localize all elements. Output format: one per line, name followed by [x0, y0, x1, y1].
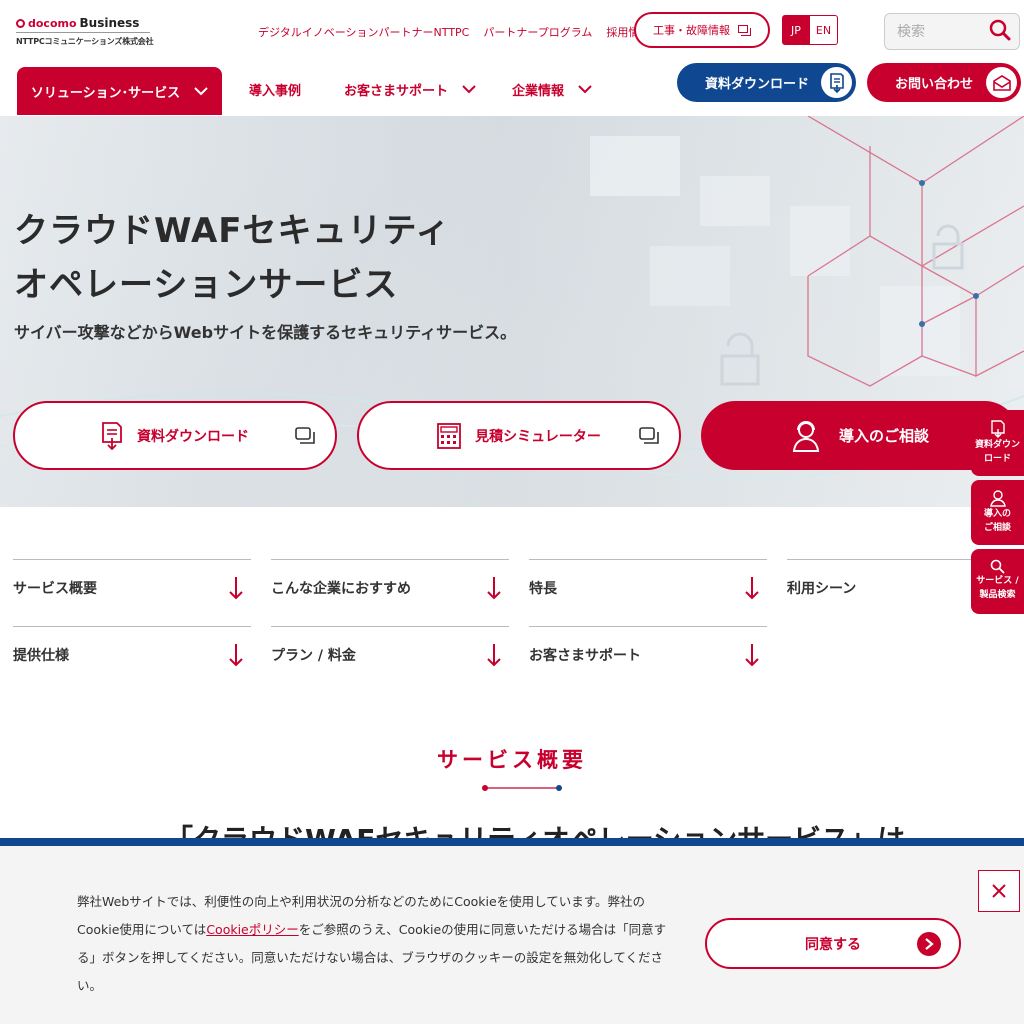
- search-icon: [990, 559, 1005, 574]
- external-window-icon: [295, 427, 315, 444]
- anchor-use-cases[interactable]: 利用シーン: [787, 559, 971, 615]
- anchor-label: 特長: [529, 580, 557, 597]
- side-consult-line1: 導入の: [983, 509, 1011, 519]
- hero-download-label: 資料ダウンロード: [137, 428, 249, 445]
- language-switch: JP EN: [782, 15, 838, 45]
- nav-company-label: 企業情報: [512, 84, 565, 99]
- logo[interactable]: docomo Business NTTPCコミュニケーションズ株式会社: [16, 16, 154, 47]
- side-search-button[interactable]: サービス / 製品検索: [971, 549, 1024, 614]
- arrow-down-icon: [745, 643, 759, 666]
- hero-download-button[interactable]: 資料ダウンロード: [13, 401, 337, 470]
- anchor-recommended[interactable]: こんな企業におすすめ: [271, 559, 509, 615]
- section-title: サービス概要: [437, 748, 587, 772]
- side-consult-line2: ご相談: [983, 523, 1011, 533]
- search-icon[interactable]: [989, 19, 1011, 45]
- arrow-down-icon: [229, 643, 243, 666]
- side-download-line2: ロード: [983, 454, 1011, 464]
- chevron-down-icon: [462, 85, 476, 94]
- page-title-line1: クラウドWAFセキュリティ: [14, 211, 451, 251]
- side-download-line1: 資料ダウン: [974, 440, 1020, 450]
- logo-company: NTTPCコミュニケーションズ株式会社: [16, 37, 154, 46]
- document-download-icon: [102, 421, 122, 450]
- cookie-banner: 弊社Webサイトでは、利便性の向上や利用状況の分析などのためにCookieを使用…: [0, 838, 1024, 1024]
- arrow-down-icon: [745, 576, 759, 599]
- hero-simulator-label: 見積シミュレーター: [475, 428, 601, 445]
- docomo-dot-icon: [16, 18, 25, 28]
- external-window-icon: [639, 427, 659, 444]
- close-icon: [992, 884, 1006, 898]
- anchor-label: プラン / 料金: [271, 647, 356, 664]
- arrow-down-icon: [487, 576, 501, 599]
- chevron-right-icon: [917, 932, 941, 956]
- section-divider: [482, 785, 562, 791]
- search-input[interactable]: [897, 23, 987, 40]
- side-download-button[interactable]: 資料ダウン ロード: [971, 410, 1024, 476]
- anchor-pricing[interactable]: プラン / 料金: [271, 626, 509, 682]
- trouble-info-button[interactable]: 工事・故障情報: [634, 12, 770, 48]
- anchor-label: お客さまサポート: [529, 647, 641, 664]
- mail-icon: [986, 67, 1017, 98]
- nav-solutions-label: ソリューション･サービス: [30, 85, 181, 101]
- page-title: クラウドWAFセキュリティ オペレーションサービス: [14, 204, 450, 312]
- util-link-innovation[interactable]: デジタルイノベーションパートナーNTTPC: [258, 24, 469, 40]
- site-header: docomo Business NTTPCコミュニケーションズ株式会社 デジタル…: [0, 0, 1024, 116]
- download-docs-button[interactable]: 資料ダウンロード: [677, 63, 856, 102]
- calculator-icon: [437, 422, 462, 449]
- page-title-line2: オペレーションサービス: [14, 265, 399, 305]
- chevron-down-icon: [578, 85, 592, 94]
- cookie-agree-button[interactable]: 同意する: [705, 918, 961, 969]
- lang-en[interactable]: EN: [810, 15, 838, 45]
- hero-consult-label: 導入のご相談: [838, 427, 929, 445]
- anchor-label: 利用シーン: [787, 580, 857, 597]
- cookie-close-button[interactable]: [978, 870, 1020, 912]
- anchor-label: サービス概要: [13, 580, 97, 597]
- lang-jp[interactable]: JP: [782, 15, 810, 45]
- side-search-line2: 製品検索: [979, 590, 1016, 600]
- arrow-down-icon: [229, 576, 243, 599]
- contact-label: お問い合わせ: [895, 77, 974, 92]
- nav-solutions[interactable]: ソリューション･サービス: [17, 67, 222, 115]
- nav-case-studies-label: 導入事例: [249, 84, 302, 99]
- download-docs-label: 資料ダウンロード: [705, 77, 810, 92]
- nav-support-label: お客さまサポート: [344, 84, 449, 99]
- document-download-icon: [821, 67, 852, 98]
- trouble-info-label: 工事・故障情報: [653, 24, 730, 37]
- contact-button[interactable]: お問い合わせ: [867, 63, 1021, 102]
- nav-case-studies[interactable]: 導入事例: [249, 80, 301, 99]
- person-headset-icon: [989, 490, 1006, 507]
- utility-links: デジタルイノベーションパートナーNTTPC パートナープログラム 採用情報: [258, 24, 650, 40]
- cookie-message: 弊社Webサイトでは、利便性の向上や利用状況の分析などのためにCookieを使用…: [77, 888, 677, 1000]
- nav-support[interactable]: お客さまサポート: [344, 80, 476, 99]
- hero-simulator-button[interactable]: 見積シミュレーター: [357, 401, 681, 470]
- util-link-partner[interactable]: パートナープログラム: [483, 24, 592, 40]
- side-search-line1: サービス /: [976, 576, 1019, 586]
- page-subtitle: サイバー攻撃などからWebサイトを保護するセキュリティサービス。: [14, 323, 517, 342]
- person-headset-icon: [792, 420, 820, 452]
- anchor-overview[interactable]: サービス概要: [13, 559, 251, 615]
- hero-section: クラウドWAFセキュリティ オペレーションサービス サイバー攻撃などからWebサ…: [0, 116, 1024, 507]
- nav-company[interactable]: 企業情報: [512, 80, 592, 99]
- arrow-down-icon: [487, 643, 501, 666]
- chevron-down-icon: [194, 86, 208, 95]
- logo-divider: [16, 32, 150, 33]
- cookie-policy-link[interactable]: Cookieポリシー: [206, 922, 298, 937]
- anchor-specs[interactable]: 提供仕様: [13, 626, 251, 682]
- cookie-agree-label: 同意する: [805, 936, 861, 953]
- search-box: [884, 13, 1020, 50]
- anchor-label: 提供仕様: [13, 647, 69, 664]
- side-consult-button[interactable]: 導入の ご相談: [971, 480, 1024, 545]
- anchor-features[interactable]: 特長: [529, 559, 767, 615]
- external-window-icon: [738, 24, 751, 36]
- anchor-label: こんな企業におすすめ: [271, 580, 411, 597]
- document-download-icon: [990, 420, 1005, 438]
- logo-business: Business: [79, 16, 140, 30]
- anchor-support[interactable]: お客さまサポート: [529, 626, 767, 682]
- logo-brand: docomo: [28, 16, 77, 30]
